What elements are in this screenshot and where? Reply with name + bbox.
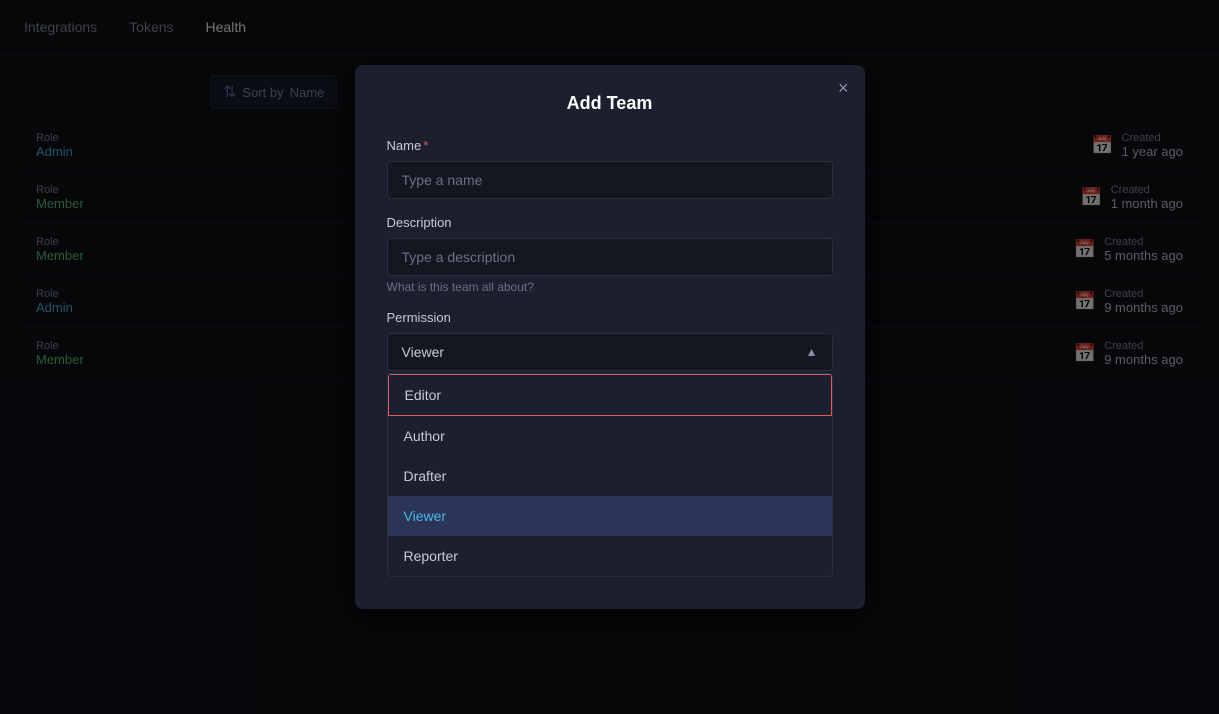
required-marker: *: [423, 138, 428, 153]
permission-select-display[interactable]: Viewer ▲: [387, 333, 833, 371]
permission-select-wrapper: Viewer ▲ Editor Author Drafter Viewer Re…: [387, 333, 833, 577]
description-hint: What is this team all about?: [387, 280, 833, 294]
dropdown-item-drafter[interactable]: Drafter: [388, 456, 832, 496]
permission-selected-value: Viewer: [402, 344, 445, 360]
dropdown-item-author[interactable]: Author: [388, 416, 832, 456]
description-label: Description: [387, 215, 833, 230]
add-team-modal: × Add Team Name* Description What is thi…: [355, 65, 865, 609]
description-input[interactable]: [387, 238, 833, 276]
chevron-up-icon: ▲: [806, 345, 818, 359]
dropdown-item-viewer[interactable]: Viewer: [388, 496, 832, 536]
name-label: Name*: [387, 138, 833, 153]
close-button[interactable]: ×: [838, 79, 849, 97]
dropdown-item-editor[interactable]: Editor: [388, 374, 832, 416]
permission-dropdown: Editor Author Drafter Viewer Reporter: [387, 373, 833, 577]
modal-title: Add Team: [387, 93, 833, 114]
permission-label: Permission: [387, 310, 833, 325]
dropdown-item-reporter[interactable]: Reporter: [388, 536, 832, 576]
name-input[interactable]: [387, 161, 833, 199]
modal-overlay: × Add Team Name* Description What is thi…: [0, 0, 1219, 714]
